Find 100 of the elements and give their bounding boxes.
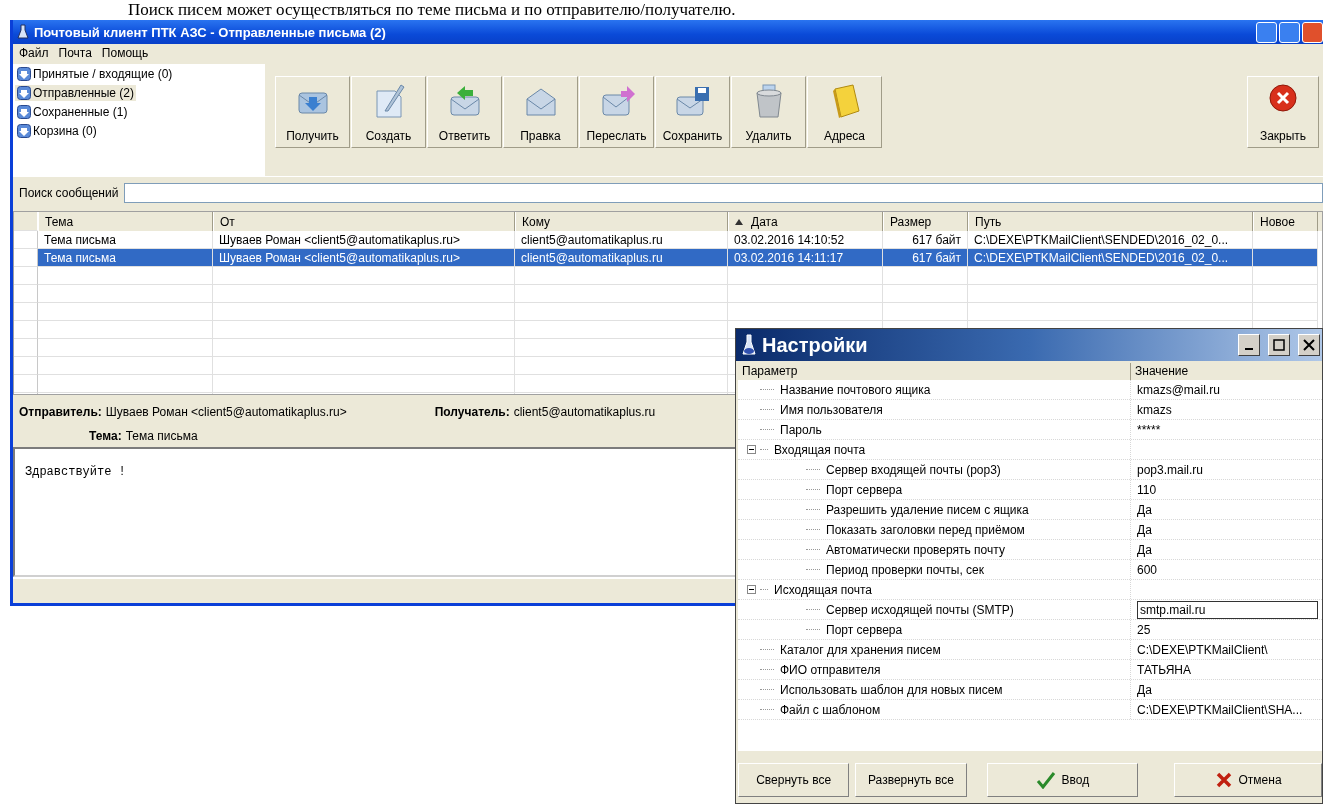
setting-value[interactable]: Да (1137, 682, 1152, 697)
setting-value[interactable]: C:\DEXE\PTKMailClient\SHA... (1137, 702, 1303, 717)
close-button[interactable]: Закрыть (1247, 76, 1319, 148)
folder-item[interactable]: Сохраненные (1) (15, 104, 130, 120)
column-header[interactable]: Путь (968, 212, 1253, 231)
row-indicator (14, 357, 38, 375)
folder-envelope-icon (17, 105, 31, 119)
value-input-field[interactable]: smtp.mail.ru (1137, 600, 1318, 619)
recipient-label: Получатель: (434, 405, 510, 419)
column-header[interactable]: Тема (38, 212, 213, 231)
search-label: Поиск сообщений (19, 186, 119, 200)
empty-cell (1253, 285, 1318, 303)
menu-item[interactable]: Почта (58, 46, 92, 62)
toolbar-button[interactable]: Сохранить (655, 76, 730, 148)
column-header[interactable]: Новое (1253, 212, 1318, 231)
setting-value[interactable]: Да (1137, 522, 1152, 537)
setting-value[interactable]: 600 (1137, 562, 1158, 577)
row-indicator (14, 321, 38, 339)
recipient-value: client5@automatikaplus.ru (513, 405, 656, 419)
expander-icon[interactable] (747, 445, 756, 454)
setting-name: Сервер исходящей почты (SMTP) (826, 602, 1014, 617)
flask-icon (17, 24, 29, 40)
setting-name: Разрешить удаление писем с ящика (826, 502, 1029, 517)
sender-label: Отправитель: (19, 405, 102, 419)
toolbar-button[interactable]: Удалить (731, 76, 806, 148)
document-text: Поиск писем может осуществляться по теме письма и по отправителю/получателю. (128, 0, 736, 20)
subject-label: Тема: (89, 429, 122, 443)
toolbar-button[interactable]: Адреса (807, 76, 882, 148)
setting-value[interactable]: ***** (1137, 422, 1161, 437)
toolbar-button[interactable]: Переслать (579, 76, 654, 148)
column-header[interactable]: Размер (883, 212, 968, 231)
dialog-button[interactable]: Ввод (986, 763, 1139, 797)
setting-name: Порт сервера (826, 482, 903, 497)
row-indicator (14, 267, 38, 285)
close-icon (1268, 83, 1298, 113)
window-title: Почтовый клиент ПТК АЗС - Отправленные письма (2) (34, 24, 387, 40)
row-indicator (14, 339, 38, 357)
setting-value[interactable]: Да (1137, 502, 1152, 517)
toolbar-button[interactable]: Правка (503, 76, 578, 148)
menu-item[interactable]: Файл (19, 46, 49, 62)
setting-name: Порт сервера (826, 622, 903, 637)
column-header: Значение (1134, 363, 1190, 380)
setting-name: Имя пользователя (780, 402, 883, 417)
menu-item[interactable]: Помощь (101, 46, 149, 62)
toolbar-button[interactable]: Создать (351, 76, 426, 148)
setting-name: Файл с шаблоном (780, 702, 881, 717)
subject-value: Тема письма (125, 429, 198, 443)
maximize-window-button[interactable] (1268, 334, 1290, 356)
toolbar-button[interactable]: Ответить (427, 76, 502, 148)
minimize-icon (1245, 348, 1253, 350)
setting-value[interactable]: ТАТЬЯНА (1137, 662, 1191, 677)
setting-name: Исходящая почта (774, 582, 872, 597)
column-header[interactable]: Дата (728, 212, 883, 231)
flask-icon (742, 334, 756, 356)
close-icon (1303, 339, 1315, 351)
column-header: Параметр (738, 363, 1131, 380)
row-indicator (14, 285, 38, 303)
dialog-button[interactable]: Свернуть все (738, 763, 850, 797)
folder-item[interactable]: Принятые / входящие (0) (15, 66, 175, 82)
close-window-button[interactable] (1298, 334, 1320, 356)
sort-up-icon (735, 218, 743, 225)
toolbar-button[interactable]: Получить (275, 76, 350, 148)
setting-name: Показать заголовки перед приёмом (826, 522, 1025, 537)
empty-cell (1253, 267, 1318, 285)
column-header[interactable]: От (213, 212, 515, 231)
column-header[interactable]: Кому (515, 212, 728, 231)
folder-item[interactable]: Корзина (0) (15, 123, 99, 139)
setting-value[interactable]: Да (1137, 542, 1152, 557)
cross-icon (1214, 771, 1233, 789)
checkmark-icon (1035, 771, 1056, 789)
maximize-icon (1273, 339, 1285, 351)
folder-item[interactable]: Отправленные (2) (15, 85, 136, 101)
folder-envelope-icon (17, 86, 31, 100)
setting-value[interactable]: kmazs (1137, 402, 1172, 417)
sender-value: Шуваев Роман <client5@automatikaplus.ru> (105, 405, 347, 419)
setting-name: Период проверки почты, сек (826, 562, 984, 577)
minimize-window-button[interactable] (1238, 334, 1260, 356)
dialog-button[interactable]: Отмена (1174, 763, 1322, 797)
search-field[interactable] (124, 183, 1323, 203)
expander-icon[interactable] (747, 585, 756, 594)
dialog-title: Настройки (762, 333, 869, 357)
setting-value[interactable]: pop3.mail.ru (1137, 462, 1204, 477)
table-cell[interactable]: client5@automatikaplus.ru (515, 249, 728, 267)
folder-envelope-icon (17, 67, 31, 81)
setting-value[interactable]: 25 (1137, 622, 1151, 637)
setting-value[interactable]: C:\DEXE\PTKMailClient\ (1137, 642, 1268, 657)
setting-name: Название почтового ящика (780, 382, 931, 397)
setting-value[interactable]: 110 (1137, 482, 1157, 497)
table-cell[interactable]: Шуваев Роман <client5@automatikaplus.ru> (213, 249, 515, 267)
folder-envelope-icon (17, 124, 31, 138)
dialog-button[interactable]: Развернуть все (855, 763, 967, 797)
table-cell[interactable]: Тема письма (38, 249, 213, 267)
setting-name: Использовать шаблон для новых писем (780, 682, 1003, 697)
table-cell[interactable]: 03.02.2016 14:11:17 (728, 249, 883, 267)
setting-value[interactable]: kmazs@mail.ru (1137, 382, 1220, 397)
table-cell[interactable]: C:\DEXE\PTKMailClient\SENDED\2016_02_0... (968, 249, 1253, 267)
setting-name: Каталог для хранения писем (780, 642, 941, 657)
table-cell[interactable]: 617 байт (883, 249, 968, 267)
setting-name: Автоматически проверять почту (826, 542, 1005, 557)
table-cell[interactable] (1253, 249, 1318, 267)
